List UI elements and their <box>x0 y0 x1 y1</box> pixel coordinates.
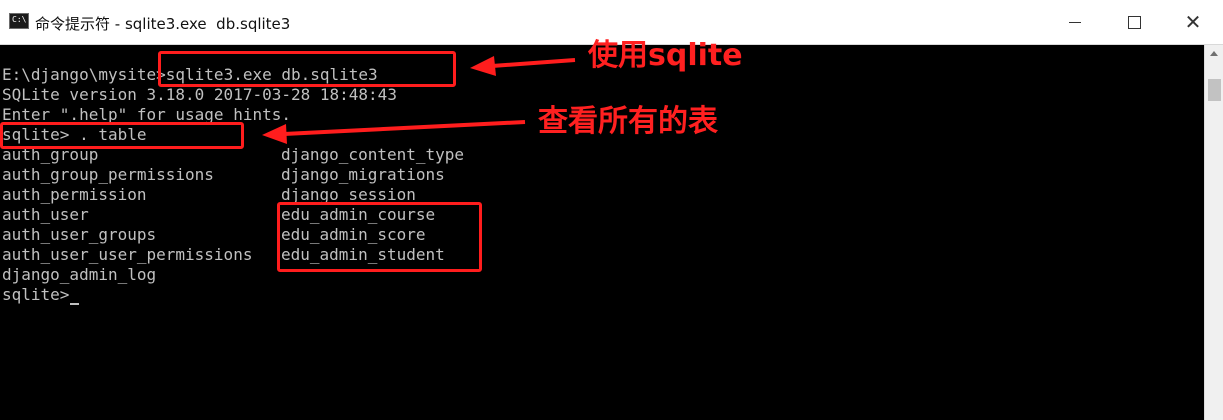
scroll-thumb[interactable] <box>1208 79 1221 101</box>
version-line: SQLite version 3.18.0 2017-03-28 18:48:4… <box>2 85 397 104</box>
cmd-app-icon: C:\ <box>9 13 29 29</box>
minimize-button[interactable] <box>1045 0 1105 44</box>
table-name-left: auth_user_groups <box>2 225 157 244</box>
cmd-icon-text: C:\ <box>12 15 27 24</box>
table-name-right: django_migrations <box>281 165 445 184</box>
console-output[interactable]: E:\django\mysite>sqlite3.exe db.sqlite3 … <box>0 45 1204 420</box>
table-name-left: auth_group_permissions <box>2 165 214 184</box>
table-name-right: django_content_type <box>281 145 465 164</box>
note-view-tables: 查看所有的表 <box>538 104 718 139</box>
highlight-edu-tables-box <box>277 202 482 272</box>
window-title: 命令提示符 - sqlite3.exe db.sqlite3 <box>35 15 291 33</box>
prompt-path: E:\django\mysite> <box>2 65 166 84</box>
table-name-left: django_admin_log <box>2 265 157 284</box>
highlight-table-command-box <box>0 122 244 149</box>
note-use-sqlite: 使用sqlite <box>588 38 743 73</box>
table-name-left: auth_permission <box>2 185 147 204</box>
table-name-left: auth_user_user_permissions <box>2 245 253 264</box>
vertical-scrollbar[interactable] <box>1204 45 1223 420</box>
table-name-left: auth_user <box>2 205 89 224</box>
highlight-command-box <box>158 51 456 87</box>
minimize-icon <box>1069 21 1081 23</box>
maximize-button[interactable] <box>1104 0 1164 44</box>
close-icon: ✕ <box>1184 10 1202 34</box>
close-button[interactable]: ✕ <box>1163 0 1223 44</box>
final-prompt-line: sqlite> <box>2 285 80 305</box>
scroll-up-icon[interactable] <box>1210 51 1218 56</box>
final-prompt: sqlite> <box>2 285 70 304</box>
maximize-icon <box>1127 15 1141 29</box>
text-cursor <box>70 303 80 305</box>
